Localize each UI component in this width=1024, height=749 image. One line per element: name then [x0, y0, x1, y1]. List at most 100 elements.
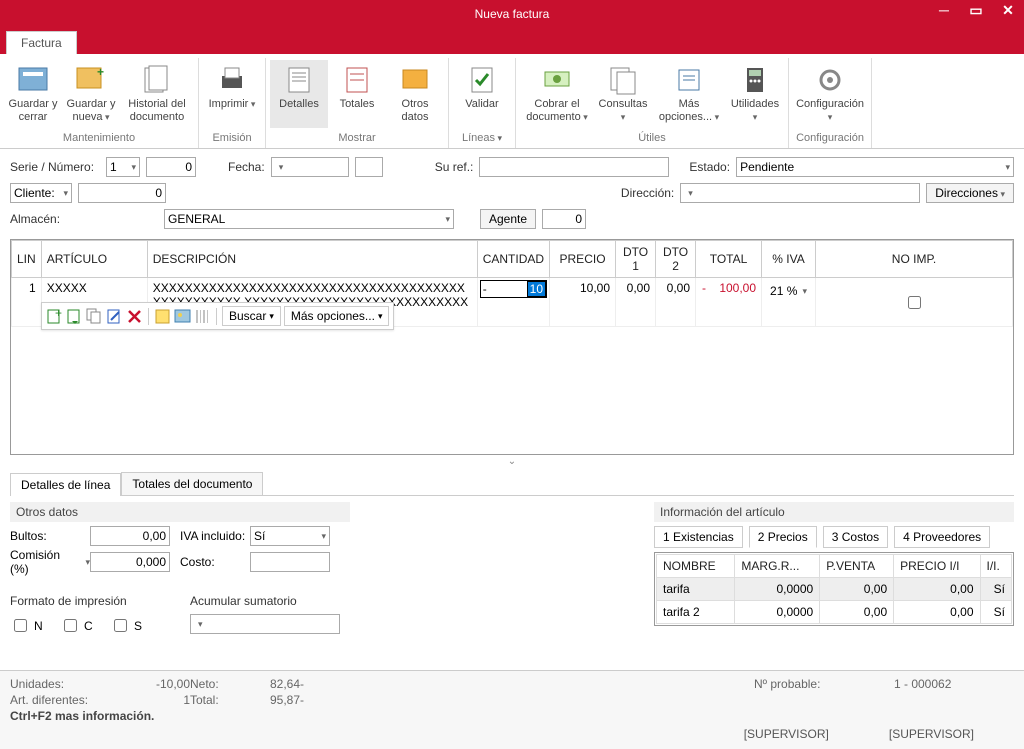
- col-dto1[interactable]: DTO 1: [616, 241, 656, 278]
- cliente-input[interactable]: [78, 183, 166, 203]
- cobrar-button[interactable]: Cobrar el documento: [520, 60, 594, 128]
- col-noimp[interactable]: NO IMP.: [816, 241, 1013, 278]
- precios-table[interactable]: NOMBRE MARG.R... P.VENTA PRECIO I/I I/I.…: [656, 554, 1012, 624]
- col-lin[interactable]: LIN: [12, 241, 42, 278]
- buscar-button[interactable]: Buscar▾: [222, 306, 281, 326]
- comision-label[interactable]: Comisión (%): [10, 552, 90, 572]
- detalles-button[interactable]: Detalles: [270, 60, 328, 128]
- maximize-button[interactable]: ▭: [964, 2, 988, 19]
- comision-input[interactable]: [90, 552, 170, 572]
- estado-combo[interactable]: Pendiente: [736, 157, 1014, 177]
- tab-totales-doc[interactable]: Totales del documento: [121, 472, 263, 495]
- unidades-label: Unidades:: [10, 677, 130, 691]
- save-new-button[interactable]: + Guardar y nueva: [62, 60, 120, 128]
- otros-datos-panel: Otros datos Bultos: IVA incluido: Sí Com…: [10, 502, 350, 635]
- grid-row-toolbar: + Buscar▾ Más opciones...▾: [41, 302, 394, 330]
- agente-input[interactable]: [542, 209, 586, 229]
- cliente-combo[interactable]: Cliente:: [10, 183, 72, 203]
- serie-combo[interactable]: 1: [106, 157, 140, 177]
- col-precio[interactable]: PRECIO: [550, 241, 616, 278]
- col-pctiva[interactable]: % IVA: [762, 241, 816, 278]
- col-articulo[interactable]: ARTÍCULO: [41, 241, 147, 278]
- barcode-icon[interactable]: [194, 308, 211, 325]
- lines-grid[interactable]: LIN ARTÍCULO DESCRIPCIÓN CANTIDAD PRECIO…: [10, 239, 1014, 455]
- serie-label: Serie / Número:: [10, 160, 100, 174]
- acumular-combo[interactable]: [190, 614, 340, 634]
- estado-label: Estado:: [689, 160, 730, 174]
- tab-existencias[interactable]: 1 Existencias: [654, 526, 743, 548]
- status-user-2: [SUPERVISOR]: [889, 727, 974, 743]
- validar-button[interactable]: Validar: [453, 60, 511, 128]
- cell-cantidad[interactable]: - 10: [477, 278, 549, 327]
- price-row[interactable]: tarifa 2 0,0000 0,00 0,00 Sí: [657, 601, 1012, 624]
- cell-dto2[interactable]: 0,00: [656, 278, 696, 327]
- direcciones-button[interactable]: Direcciones: [926, 183, 1014, 203]
- minimize-button[interactable]: ─: [932, 2, 956, 19]
- tab-proveedores[interactable]: 4 Proveedores: [894, 526, 990, 548]
- noimp-checkbox[interactable]: [908, 296, 921, 309]
- cell-dto1[interactable]: 0,00: [616, 278, 656, 327]
- pcol-nombre[interactable]: NOMBRE: [657, 555, 735, 578]
- iva-combo[interactable]: Sí: [250, 526, 330, 546]
- cell-total[interactable]: - 100,00: [696, 278, 762, 327]
- numero-input[interactable]: [146, 157, 196, 177]
- direccion-combo[interactable]: [680, 183, 920, 203]
- pcol-marg[interactable]: MARG.R...: [735, 555, 820, 578]
- price-row[interactable]: tarifa 0,0000 0,00 0,00 Sí: [657, 578, 1012, 601]
- close-button[interactable]: ✕: [996, 2, 1020, 19]
- history-button[interactable]: Historial del documento: [120, 60, 194, 128]
- chk-s[interactable]: S: [110, 616, 142, 635]
- fecha-combo[interactable]: [271, 157, 349, 177]
- costo-input[interactable]: [250, 552, 330, 572]
- tab-costos[interactable]: 3 Costos: [823, 526, 888, 548]
- delete-line-icon[interactable]: [126, 308, 143, 325]
- group-utiles: Útiles: [520, 130, 784, 146]
- details-icon: [283, 64, 315, 96]
- edit-line-icon[interactable]: [106, 308, 123, 325]
- configuracion-button[interactable]: Configuración: [793, 60, 867, 128]
- col-dto2[interactable]: DTO 2: [656, 241, 696, 278]
- new-line-icon[interactable]: +: [46, 308, 63, 325]
- unidades-val: -10,00: [130, 677, 190, 691]
- chk-n[interactable]: N: [10, 616, 43, 635]
- chk-c[interactable]: C: [60, 616, 93, 635]
- cell-noimp[interactable]: [816, 278, 1013, 327]
- agente-button[interactable]: Agente: [480, 209, 536, 229]
- totales-button[interactable]: Totales: [328, 60, 386, 128]
- tab-precios[interactable]: 2 Precios: [749, 526, 817, 548]
- tab-detalles-linea[interactable]: Detalles de línea: [10, 473, 121, 496]
- image-icon[interactable]: [174, 308, 191, 325]
- group-emision: Emisión: [203, 130, 261, 146]
- header-form: Serie / Número: 1 Fecha: Su ref.: Estado…: [0, 149, 1024, 239]
- utilidades-button[interactable]: Utilidades: [726, 60, 784, 128]
- direccion-label: Dirección:: [621, 186, 674, 200]
- suref-input[interactable]: [479, 157, 669, 177]
- fecha2-input[interactable]: [355, 157, 383, 177]
- group-lineas[interactable]: Líneas: [453, 130, 511, 146]
- bultos-input[interactable]: [90, 526, 170, 546]
- save-close-button[interactable]: Guardar y cerrar: [4, 60, 62, 128]
- splitter[interactable]: ⌄: [0, 455, 1024, 468]
- col-total[interactable]: TOTAL: [696, 241, 762, 278]
- cell-pctiva[interactable]: 21 %: [762, 278, 816, 327]
- pcol-precioii[interactable]: PRECIO I/I: [894, 555, 980, 578]
- consultas-button[interactable]: Consultas: [594, 60, 652, 128]
- grid-mas-opciones-button[interactable]: Más opciones...▾: [284, 306, 390, 326]
- svg-text:+: +: [97, 65, 104, 79]
- cell-precio[interactable]: 10,00: [550, 278, 616, 327]
- note-icon[interactable]: [154, 308, 171, 325]
- ribbon-tabs: Factura: [0, 28, 1024, 54]
- otros-datos-button[interactable]: Otros datos: [386, 60, 444, 128]
- print-button[interactable]: Imprimir: [203, 60, 261, 128]
- insert-line-icon[interactable]: [66, 308, 83, 325]
- printer-icon: [216, 64, 248, 96]
- col-descripcion[interactable]: DESCRIPCIÓN: [147, 241, 477, 278]
- mas-opciones-button[interactable]: Más opciones...: [652, 60, 726, 128]
- pcol-ii[interactable]: I/I.: [980, 555, 1011, 578]
- svg-text:+: +: [55, 308, 62, 320]
- copy-line-icon[interactable]: [86, 308, 103, 325]
- col-cantidad[interactable]: CANTIDAD: [477, 241, 549, 278]
- tab-factura[interactable]: Factura: [6, 31, 77, 54]
- almacen-combo[interactable]: GENERAL: [164, 209, 454, 229]
- pcol-pventa[interactable]: P.VENTA: [820, 555, 894, 578]
